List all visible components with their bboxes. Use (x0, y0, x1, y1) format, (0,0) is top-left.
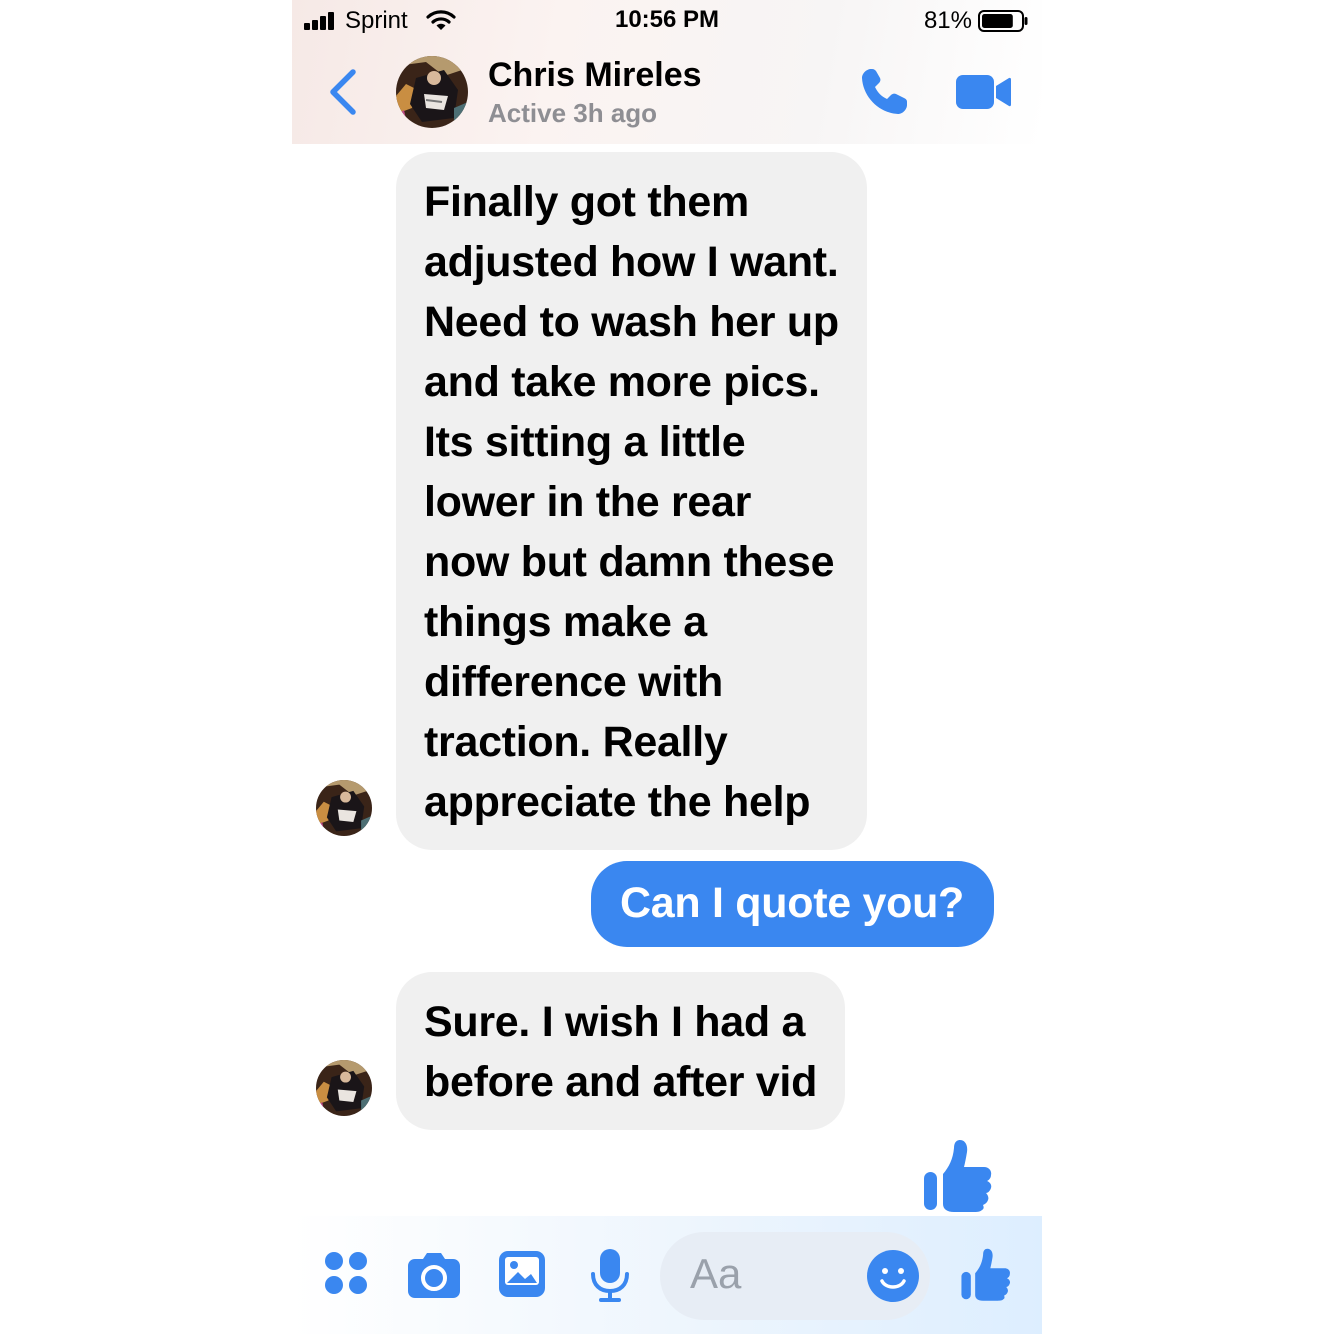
incoming-message-bubble[interactable]: Finally got them adjusted how I want. Ne… (396, 152, 867, 850)
sender-avatar[interactable] (316, 780, 372, 836)
avatar-photo (316, 780, 372, 836)
message-line: difference with (424, 658, 723, 706)
active-status: Active 3h ago (488, 98, 658, 128)
message-line: Sure. I wish I had a (424, 998, 806, 1046)
top-bar: Sprint 10:56 PM 81% Chris Mireles Active… (292, 0, 1042, 144)
status-bar: Sprint 10:56 PM 81% (292, 0, 1042, 42)
message-composer: Aa (292, 1216, 1042, 1334)
chevron-left-icon[interactable] (326, 68, 360, 116)
contact-name[interactable]: Chris Mireles (488, 56, 702, 95)
message-line: before and after vid (424, 1058, 818, 1106)
photo-gallery-icon[interactable] (498, 1250, 546, 1298)
message-line: things make a (424, 598, 707, 646)
message-line: lower in the rear (424, 478, 752, 526)
message-line: appreciate the help (424, 778, 811, 826)
outgoing-message-bubble[interactable]: Can I quote you? (591, 861, 994, 947)
thumbs-up-icon[interactable] (960, 1246, 1012, 1302)
incoming-message-bubble[interactable]: Sure. I wish I had a before and after vi… (396, 972, 846, 1130)
thumbs-up-icon[interactable] (922, 1138, 994, 1212)
message-line: traction. Really (424, 718, 728, 766)
sender-avatar[interactable] (316, 1060, 372, 1116)
emoji-icon[interactable] (866, 1249, 920, 1303)
video-camera-icon[interactable] (954, 72, 1012, 112)
message-line: Can I quote you? (620, 879, 964, 927)
message-line: Finally got them (424, 178, 749, 226)
message-line: now but damn these (424, 538, 835, 586)
contact-avatar[interactable] (396, 56, 468, 128)
avatar-photo (316, 1060, 372, 1116)
message-line: Need to wash her up (424, 298, 839, 346)
battery-icon (978, 10, 1028, 32)
phone-icon[interactable] (858, 66, 910, 118)
camera-icon[interactable] (407, 1251, 461, 1299)
messenger-screen: Sprint 10:56 PM 81% Chris Mireles Active… (292, 0, 1042, 1334)
chat-header: Chris Mireles Active 3h ago (292, 42, 1042, 144)
message-line: and take more pics. (424, 358, 820, 406)
battery-percentage: 81% (923, 7, 972, 34)
message-input[interactable]: Aa (660, 1232, 930, 1320)
microphone-icon[interactable] (590, 1248, 630, 1304)
message-input-placeholder: Aa (690, 1250, 742, 1297)
message-line: Its sitting a little (424, 418, 746, 466)
avatar-photo (396, 56, 468, 128)
apps-grid-icon[interactable] (324, 1250, 368, 1296)
message-line: adjusted how I want. (424, 238, 839, 286)
